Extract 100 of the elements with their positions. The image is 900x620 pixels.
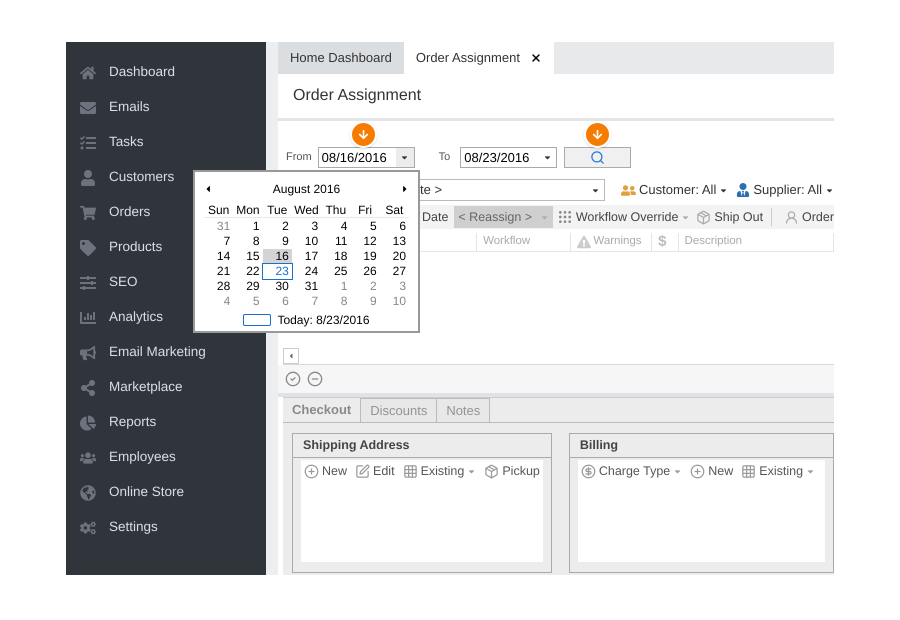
calendar-day[interactable]: 1	[321, 279, 350, 294]
calendar-day[interactable]: 8	[321, 294, 350, 309]
minus-circle-icon[interactable]	[307, 371, 323, 387]
megaphone-icon	[80, 344, 96, 360]
group-title: Shipping Address	[303, 437, 410, 454]
calendar-day[interactable]: 1	[233, 219, 263, 234]
calendar-day[interactable]: 12	[350, 234, 380, 249]
caret-left-icon	[287, 352, 295, 360]
order-button[interactable]: Order	[784, 208, 834, 226]
calendar-day[interactable]: 24	[292, 264, 322, 279]
calendar-day[interactable]: 13	[380, 234, 409, 249]
calendar-day[interactable]: 10	[292, 234, 322, 249]
calendar-day[interactable]: 7	[292, 294, 322, 309]
envelope-icon	[80, 100, 96, 116]
calendar-day[interactable]: 6	[262, 294, 292, 309]
grid-icon	[402, 464, 418, 478]
today-link[interactable]: Today: 8/23/2016	[277, 311, 370, 329]
group-tool-button[interactable]: New	[690, 462, 734, 480]
package-icon	[484, 464, 500, 478]
sidebar-item[interactable]: Employees	[66, 440, 266, 475]
calendar-day[interactable]: 6	[380, 219, 409, 234]
calendar-day[interactable]: 5	[233, 294, 263, 309]
workflow-override-button[interactable]: Workflow Override	[556, 208, 690, 226]
sidebar-item[interactable]: Customers	[66, 160, 266, 195]
people-icon	[621, 182, 636, 198]
users-icon	[80, 450, 96, 466]
tab[interactable]: Order Assignment	[404, 42, 554, 74]
calendar-day[interactable]: 2	[262, 219, 292, 234]
calendar-day[interactable]: 9	[262, 234, 292, 249]
calendar-day[interactable]: 4	[321, 219, 350, 234]
globe-icon	[80, 484, 96, 500]
calendar-day[interactable]: 31	[292, 279, 322, 294]
sidebar-item[interactable]: Marketplace	[66, 370, 266, 405]
group-tool-button[interactable]: Existing	[741, 462, 816, 480]
group-tool-button[interactable]: Edit	[355, 462, 395, 480]
calendar-day[interactable]: 4	[204, 294, 234, 309]
calendar-day[interactable]: 30	[262, 279, 292, 294]
toolbar-button[interactable]: Date	[420, 208, 450, 226]
warning-icon	[577, 235, 592, 249]
gears-icon	[80, 520, 96, 536]
calendar-day[interactable]: 17	[292, 249, 322, 264]
calendar-day[interactable]: 7	[204, 234, 234, 249]
calendar-day[interactable]: 28	[204, 279, 234, 294]
calendar-day[interactable]: 2	[350, 279, 380, 294]
supplier-filter[interactable]: Supplier: All	[736, 180, 834, 200]
arrow-down-icon	[591, 128, 604, 141]
calendar-day[interactable]: 3	[292, 219, 322, 234]
sidebar-item[interactable]: Email Marketing	[66, 335, 266, 370]
search-icon	[590, 150, 606, 165]
plus-icon	[304, 464, 319, 478]
calendar-day[interactable]: 22	[233, 264, 263, 279]
sidebar-item[interactable]: Emails	[66, 90, 266, 125]
calendar-day[interactable]: 14	[204, 249, 234, 264]
group-tool-button[interactable]: Charge Type	[580, 462, 682, 480]
calendar-day[interactable]: 11	[321, 234, 350, 249]
calendar-day[interactable]: 18	[321, 249, 350, 264]
group-tool-button[interactable]: Existing	[402, 462, 476, 480]
weekday-label: Sat	[384, 202, 404, 217]
sidebar-item[interactable]: Dashboard	[66, 55, 266, 90]
calendar-day[interactable]: 19	[350, 249, 380, 264]
previous-month-icon[interactable]	[204, 184, 212, 194]
group-tool-button[interactable]: Pickup	[484, 462, 540, 480]
arrow-down-icon	[357, 128, 370, 141]
calendar-day[interactable]: 25	[321, 264, 350, 279]
sidebar-item[interactable]: Reports	[66, 405, 266, 440]
customer-filter[interactable]: Customer: All	[621, 180, 728, 200]
group-tool-button[interactable]: New	[304, 462, 348, 480]
calendar-day[interactable]: 27	[380, 264, 409, 279]
calendar-day[interactable]: 15	[233, 249, 263, 264]
weekday-label: Sun	[206, 202, 230, 217]
next-month-icon[interactable]	[400, 184, 409, 194]
calendar-day[interactable]: 3	[380, 279, 409, 294]
check-circle-icon[interactable]	[285, 371, 301, 387]
calendar-day[interactable]: 16	[262, 249, 292, 264]
calendar-day[interactable]: 29	[233, 279, 263, 294]
to-date-field[interactable]: 08/23/2016	[460, 147, 558, 168]
calendar-day[interactable]: 9	[350, 294, 380, 309]
calendar-day[interactable]: 10	[380, 294, 409, 309]
calendar-day[interactable]: 20	[380, 249, 409, 264]
from-date-field[interactable]: 08/16/2016	[318, 147, 415, 168]
calendar-day[interactable]: 31	[204, 219, 234, 234]
calendar-day[interactable]: 5	[350, 219, 380, 234]
today-marker-icon	[243, 314, 272, 326]
bar-chart-icon	[80, 310, 96, 326]
calendar-day[interactable]: 23	[262, 264, 292, 279]
dots-icon	[556, 209, 573, 225]
ship-out-button[interactable]: Ship Out	[696, 208, 772, 226]
search-button[interactable]	[564, 147, 632, 168]
close-icon[interactable]	[530, 52, 542, 64]
sidebar-item[interactable]: Online Store	[66, 475, 266, 510]
tab[interactable]: Home Dashboard	[278, 42, 404, 74]
calendar-day[interactable]: 26	[350, 264, 380, 279]
sidebar-item[interactable]: Settings	[66, 510, 266, 545]
weekday-label: Tue	[266, 202, 288, 217]
sidebar-item[interactable]: Tasks	[66, 125, 266, 160]
calendar-day[interactable]: 8	[233, 234, 263, 249]
dollar-icon	[580, 464, 596, 478]
edit-icon	[355, 464, 370, 478]
scroll-left-button[interactable]	[283, 348, 299, 364]
calendar-day[interactable]: 21	[204, 264, 234, 279]
